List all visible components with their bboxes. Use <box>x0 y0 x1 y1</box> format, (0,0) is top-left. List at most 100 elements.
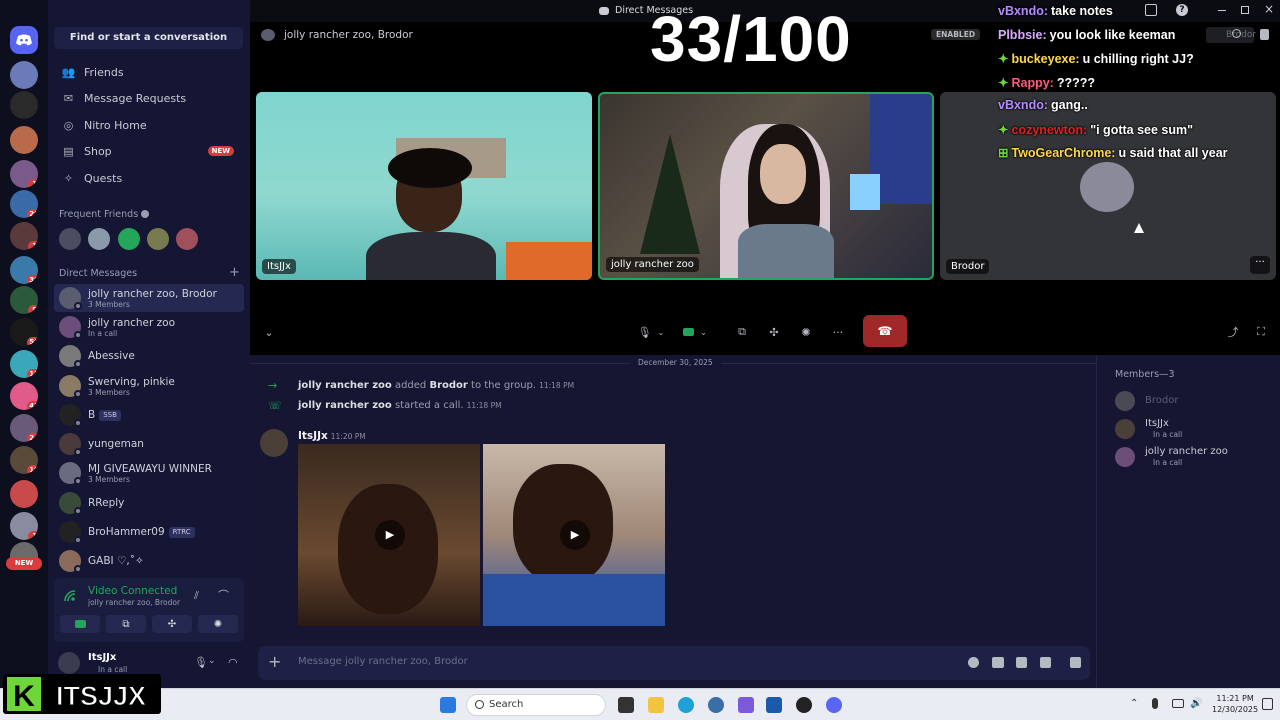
frequent-friend-avatar[interactable] <box>118 228 140 250</box>
author-avatar[interactable] <box>260 429 288 457</box>
collapse-chevron-icon[interactable]: ⌄ <box>262 321 276 343</box>
dm-item[interactable]: yungeman <box>54 430 244 458</box>
gif-icon[interactable] <box>992 657 1004 668</box>
dm-item[interactable]: jolly rancher zoo In a call <box>54 313 244 341</box>
server-icon[interactable]: 1 <box>10 160 38 188</box>
image-icon[interactable] <box>1040 657 1051 668</box>
member-item[interactable]: ItsJJx In a call <box>1115 417 1275 443</box>
mute-button[interactable]: 🎙 ⌄ <box>634 321 668 343</box>
discord-taskbar-icon[interactable] <box>826 697 842 713</box>
camera-toggle-button[interactable]: ⌄ <box>678 321 712 343</box>
screen-share-button[interactable]: ⧉ <box>106 615 146 633</box>
minimize-icon[interactable] <box>1218 10 1226 11</box>
server-icon[interactable] <box>10 480 38 508</box>
more-options-icon[interactable]: ··· <box>1250 256 1270 274</box>
task-view-icon[interactable] <box>618 697 634 713</box>
disconnect-icon[interactable]: ⌒ <box>218 587 229 603</box>
server-icon[interactable] <box>10 91 38 119</box>
taskbar-search[interactable]: Search <box>466 694 606 716</box>
tray-mic-icon[interactable] <box>1152 698 1158 709</box>
soundboard-button[interactable]: ✺ <box>198 615 238 633</box>
nav-item-friends[interactable]: 👥 Friends <box>54 60 244 84</box>
server-icon[interactable]: 5 <box>10 286 38 314</box>
windows-start-icon[interactable] <box>440 697 456 713</box>
discord-home-icon[interactable] <box>10 26 38 54</box>
frequent-friend-avatar[interactable] <box>147 228 169 250</box>
maximize-icon[interactable] <box>1241 6 1249 14</box>
server-icon[interactable]: 12 <box>10 350 38 378</box>
taskbar-clock[interactable]: 11:21 PM 12/30/2025 <box>1212 693 1258 715</box>
nav-item-shop[interactable]: ▤ Shop NEW <box>54 140 244 164</box>
video-attachment-1[interactable]: ▶ <box>298 444 480 626</box>
create-dm-plus-icon[interactable]: + <box>229 265 240 280</box>
obs-icon[interactable] <box>796 697 812 713</box>
screen-share-button[interactable]: ⧉ <box>734 321 750 343</box>
dm-item[interactable]: Abessive <box>54 342 244 370</box>
video-attachment-2[interactable]: ▶ <box>483 444 665 626</box>
server-icon[interactable]: 1 <box>10 512 38 540</box>
headphones-icon[interactable]: ◠ <box>228 656 238 669</box>
rail-new-badge[interactable]: NEW <box>6 557 42 570</box>
nav-item-message-requests[interactable]: ✉ Message Requests <box>54 87 244 111</box>
video-tile-itsjjx[interactable]: ItsJJx <box>256 92 592 280</box>
system-actor[interactable]: jolly rancher zoo <box>298 380 392 391</box>
server-icon[interactable] <box>10 126 38 154</box>
help-icon[interactable]: ? <box>1176 4 1188 16</box>
microphone-icon[interactable]: 🎙 <box>194 656 208 669</box>
nav-item-quests[interactable]: ✧ Quests <box>54 166 244 190</box>
nav-item-nitro-home[interactable]: ◎ Nitro Home <box>54 113 244 137</box>
play-icon[interactable]: ▶ <box>375 520 405 550</box>
server-icon[interactable]: 30 <box>10 256 38 284</box>
attach-plus-icon[interactable]: + <box>268 652 281 671</box>
server-icon[interactable]: 43 <box>10 382 38 410</box>
soundboard-button[interactable]: ✺ <box>798 321 814 343</box>
edge-icon[interactable] <box>678 697 694 713</box>
message-input[interactable]: Message jolly rancher zoo, Brodor <box>298 656 468 667</box>
fullscreen-icon[interactable]: ⛶ <box>1254 321 1268 343</box>
camera-button[interactable] <box>60 615 100 633</box>
close-icon[interactable]: × <box>1264 2 1274 16</box>
app-icon[interactable] <box>708 697 724 713</box>
server-icon[interactable]: 50 <box>10 318 38 346</box>
popout-icon[interactable]: ⤴ <box>1226 321 1240 343</box>
notification-icon[interactable] <box>1262 698 1273 710</box>
video-tile-brodor[interactable]: Brodor ··· <box>940 92 1276 280</box>
server-icon[interactable] <box>10 61 38 89</box>
member-item[interactable]: Brodor <box>1115 389 1275 415</box>
inbox-icon[interactable] <box>1145 4 1157 16</box>
file-explorer-icon[interactable] <box>648 697 664 713</box>
server-icon[interactable]: 1 <box>10 222 38 250</box>
more-icon[interactable]: ··· <box>830 321 846 343</box>
mic-chevron-icon[interactable]: ⌄ <box>208 656 216 666</box>
member-item[interactable]: jolly rancher zoo In a call <box>1115 445 1275 471</box>
message-author-name[interactable]: ItsJJx <box>298 430 328 442</box>
activities-button[interactable]: ✣ <box>152 615 192 633</box>
dm-item[interactable]: jolly rancher zoo, Brodor 3 Members <box>54 284 244 312</box>
store-icon[interactable] <box>766 697 782 713</box>
dm-item[interactable]: BroHammer09 RTRC <box>54 518 244 546</box>
gift-icon[interactable] <box>1070 657 1081 668</box>
video-tile-jolly-rancher-zoo[interactable]: jolly rancher zoo <box>598 92 934 280</box>
tray-volume-icon[interactable]: 🔊 <box>1190 698 1202 709</box>
server-icon[interactable]: 28 <box>10 190 38 218</box>
message-author[interactable]: ItsJJx 11:20 PM <box>298 430 366 442</box>
hang-up-button[interactable]: ☎ <box>863 315 907 347</box>
frequent-friend-avatar[interactable] <box>59 228 81 250</box>
search-icon[interactable] <box>1232 29 1241 38</box>
system-actor[interactable]: jolly rancher zoo <box>298 400 392 411</box>
noise-suppression-icon[interactable]: ⫽ <box>194 589 199 603</box>
system-target[interactable]: Brodor <box>429 380 467 391</box>
server-icon[interactable]: 19 <box>10 446 38 474</box>
app-launcher-icon[interactable] <box>968 657 979 668</box>
frequent-friend-avatar[interactable] <box>176 228 198 250</box>
dm-item[interactable]: RReply <box>54 489 244 517</box>
visual-studio-icon[interactable] <box>738 697 754 713</box>
activities-button[interactable]: ✣ <box>766 321 782 343</box>
pin-icon[interactable] <box>1260 29 1269 40</box>
play-icon[interactable]: ▶ <box>560 520 590 550</box>
dm-item[interactable]: MJ GIVEAWAYU WINNER 3 Members <box>54 459 244 487</box>
header-search-input[interactable]: Brodor <box>1206 27 1256 43</box>
tray-chevron-icon[interactable]: ⌃ <box>1130 698 1138 709</box>
dm-item[interactable]: GABI ♡,˚✧ <box>54 547 244 575</box>
search-conversation-button[interactable]: Find or start a conversation <box>54 27 243 49</box>
